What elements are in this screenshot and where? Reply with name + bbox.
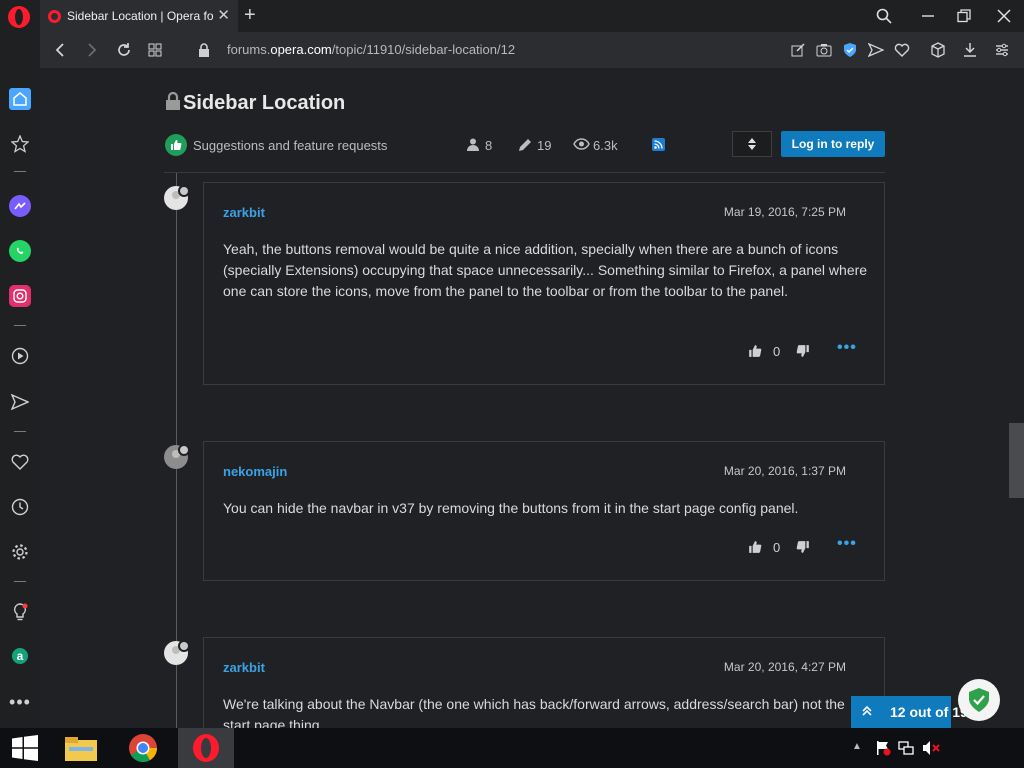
double-chevron-up-icon[interactable] — [861, 696, 873, 728]
opera-sidebar: a ••• — [0, 32, 40, 728]
sidebar-separator — [14, 581, 26, 582]
minimize-icon[interactable] — [916, 4, 940, 28]
page-scrollbar-thumb[interactable] — [1009, 423, 1024, 498]
opera-menu-icon[interactable] — [8, 6, 30, 28]
post-date[interactable]: Mar 19, 2016, 7:25 PM — [724, 205, 846, 219]
tips-lightbulb-icon[interactable] — [9, 601, 31, 623]
status-indicator — [178, 444, 190, 456]
action-center-flag-icon[interactable] — [875, 740, 891, 761]
file-explorer-icon[interactable] — [54, 728, 110, 768]
vote-count: 0 — [773, 344, 781, 359]
downvote-icon[interactable] — [796, 344, 810, 361]
post-author[interactable]: zarkbit — [223, 205, 265, 220]
sidebar-separator — [14, 325, 26, 326]
tab-sidebar-location[interactable]: Sidebar Location | Opera fo ✕ — [40, 0, 238, 32]
more-sidebar-icon[interactable]: ••• — [9, 693, 31, 718]
post-body: We're talking about the Navbar (the one … — [223, 696, 845, 728]
close-window-icon[interactable] — [992, 4, 1016, 28]
lock-icon[interactable] — [194, 40, 214, 60]
status-indicator — [178, 640, 190, 652]
url-prefix: forums. — [227, 42, 271, 57]
post-more-icon[interactable]: ••• — [837, 535, 857, 553]
address-bar[interactable]: forums.opera.com/topic/11910/sidebar-loc… — [227, 42, 515, 57]
tab-grid-icon[interactable] — [145, 40, 165, 60]
new-tab-button[interactable]: + — [244, 4, 256, 27]
security-shield-icon[interactable] — [958, 679, 1000, 721]
reload-icon[interactable] — [114, 40, 134, 60]
status-indicator — [178, 185, 190, 197]
vote-count: 0 — [773, 540, 781, 555]
posters-count: 8 — [485, 138, 493, 153]
addon-amazon-icon[interactable]: a — [12, 648, 28, 664]
post-body: Yeah, the buttons removal would be quite… — [223, 241, 868, 299]
post-date[interactable]: Mar 20, 2016, 1:37 PM — [724, 464, 846, 478]
rss-icon[interactable] — [652, 138, 665, 151]
bookmark-heart-icon[interactable] — [892, 40, 912, 60]
back-icon[interactable] — [50, 40, 70, 60]
header-divider — [164, 172, 885, 173]
downvote-icon[interactable] — [796, 540, 810, 557]
post-body: You can hide the navbar in v37 by removi… — [223, 500, 799, 516]
post-card: nekomajin Mar 20, 2016, 1:37 PM You can … — [203, 441, 885, 581]
url-domain: opera.com — [270, 42, 332, 57]
topic-locked-icon — [166, 92, 180, 110]
post-author[interactable]: zarkbit — [223, 660, 265, 675]
settings-gear-icon[interactable] — [9, 541, 31, 563]
opera-favicon-icon — [48, 9, 61, 23]
windows-taskbar: ▲ — [0, 728, 1024, 768]
upvote-icon[interactable] — [748, 540, 762, 557]
bookmarks-heart-icon[interactable] — [9, 451, 31, 473]
url-path: /topic/11910/sidebar-location/12 — [331, 42, 516, 57]
tray-chevron-up-icon[interactable]: ▲ — [852, 741, 862, 752]
chrome-icon[interactable] — [116, 728, 172, 768]
upvote-icon[interactable] — [748, 344, 762, 361]
pagination-indicator[interactable]: 12 out of 19 — [851, 696, 968, 728]
easy-setup-icon[interactable] — [992, 40, 1012, 60]
sidebar-separator — [14, 431, 26, 432]
post-card: zarkbit Mar 19, 2016, 7:25 PM Yeah, the … — [203, 182, 885, 385]
star-icon[interactable] — [9, 133, 31, 155]
pencil-icon — [518, 138, 532, 155]
snap-edit-icon[interactable] — [788, 40, 808, 60]
extensions-cube-icon[interactable] — [928, 40, 948, 60]
sidebar-separator — [14, 171, 26, 172]
tab-strip: Sidebar Location | Opera fo ✕ + — [0, 0, 1024, 32]
address-toolbar: forums.opera.com/topic/11910/sidebar-loc… — [40, 32, 1024, 68]
volume-muted-icon[interactable] — [922, 740, 940, 761]
search-tabs-icon[interactable] — [872, 4, 896, 28]
page-title: Sidebar Location — [183, 92, 346, 114]
history-clock-icon[interactable] — [9, 496, 31, 518]
instagram-icon[interactable] — [9, 285, 31, 307]
eye-icon — [573, 138, 590, 153]
adblock-shield-icon[interactable] — [840, 40, 860, 60]
posts-count: 19 — [537, 138, 552, 153]
close-tab-icon[interactable]: ✕ — [217, 8, 230, 24]
thumbs-up-category-icon[interactable] — [165, 134, 187, 156]
restore-icon[interactable] — [952, 4, 976, 28]
pagination-label: 12 out of 19 — [890, 704, 968, 720]
post-date[interactable]: Mar 20, 2016, 4:27 PM — [724, 660, 846, 674]
posters-icon — [467, 138, 479, 154]
views-count: 6.3k — [593, 138, 618, 153]
player-icon[interactable] — [9, 345, 31, 367]
messenger-icon[interactable] — [9, 195, 31, 217]
post-author[interactable]: nekomajin — [223, 464, 287, 479]
send-icon[interactable] — [866, 40, 886, 60]
camera-icon[interactable] — [814, 40, 834, 60]
forward-icon[interactable] — [82, 40, 102, 60]
my-flow-icon[interactable] — [9, 391, 31, 413]
tab-title: Sidebar Location | Opera fo — [67, 9, 214, 23]
downloads-icon[interactable] — [960, 40, 980, 60]
sort-button[interactable] — [732, 131, 772, 157]
forum-page: Sidebar Location Suggestions and feature… — [40, 68, 1024, 728]
whatsapp-icon[interactable] — [9, 240, 31, 262]
network-icon[interactable] — [898, 740, 914, 761]
post-card: zarkbit Mar 20, 2016, 4:27 PM We're talk… — [203, 637, 885, 728]
home-icon[interactable] — [9, 88, 31, 110]
post-more-icon[interactable]: ••• — [837, 339, 857, 357]
log-in-to-reply-button[interactable]: Log in to reply — [781, 131, 885, 157]
windows-start-icon[interactable] — [0, 728, 50, 768]
opera-taskbar-icon[interactable] — [178, 728, 234, 768]
category-link[interactable]: Suggestions and feature requests — [193, 138, 387, 153]
